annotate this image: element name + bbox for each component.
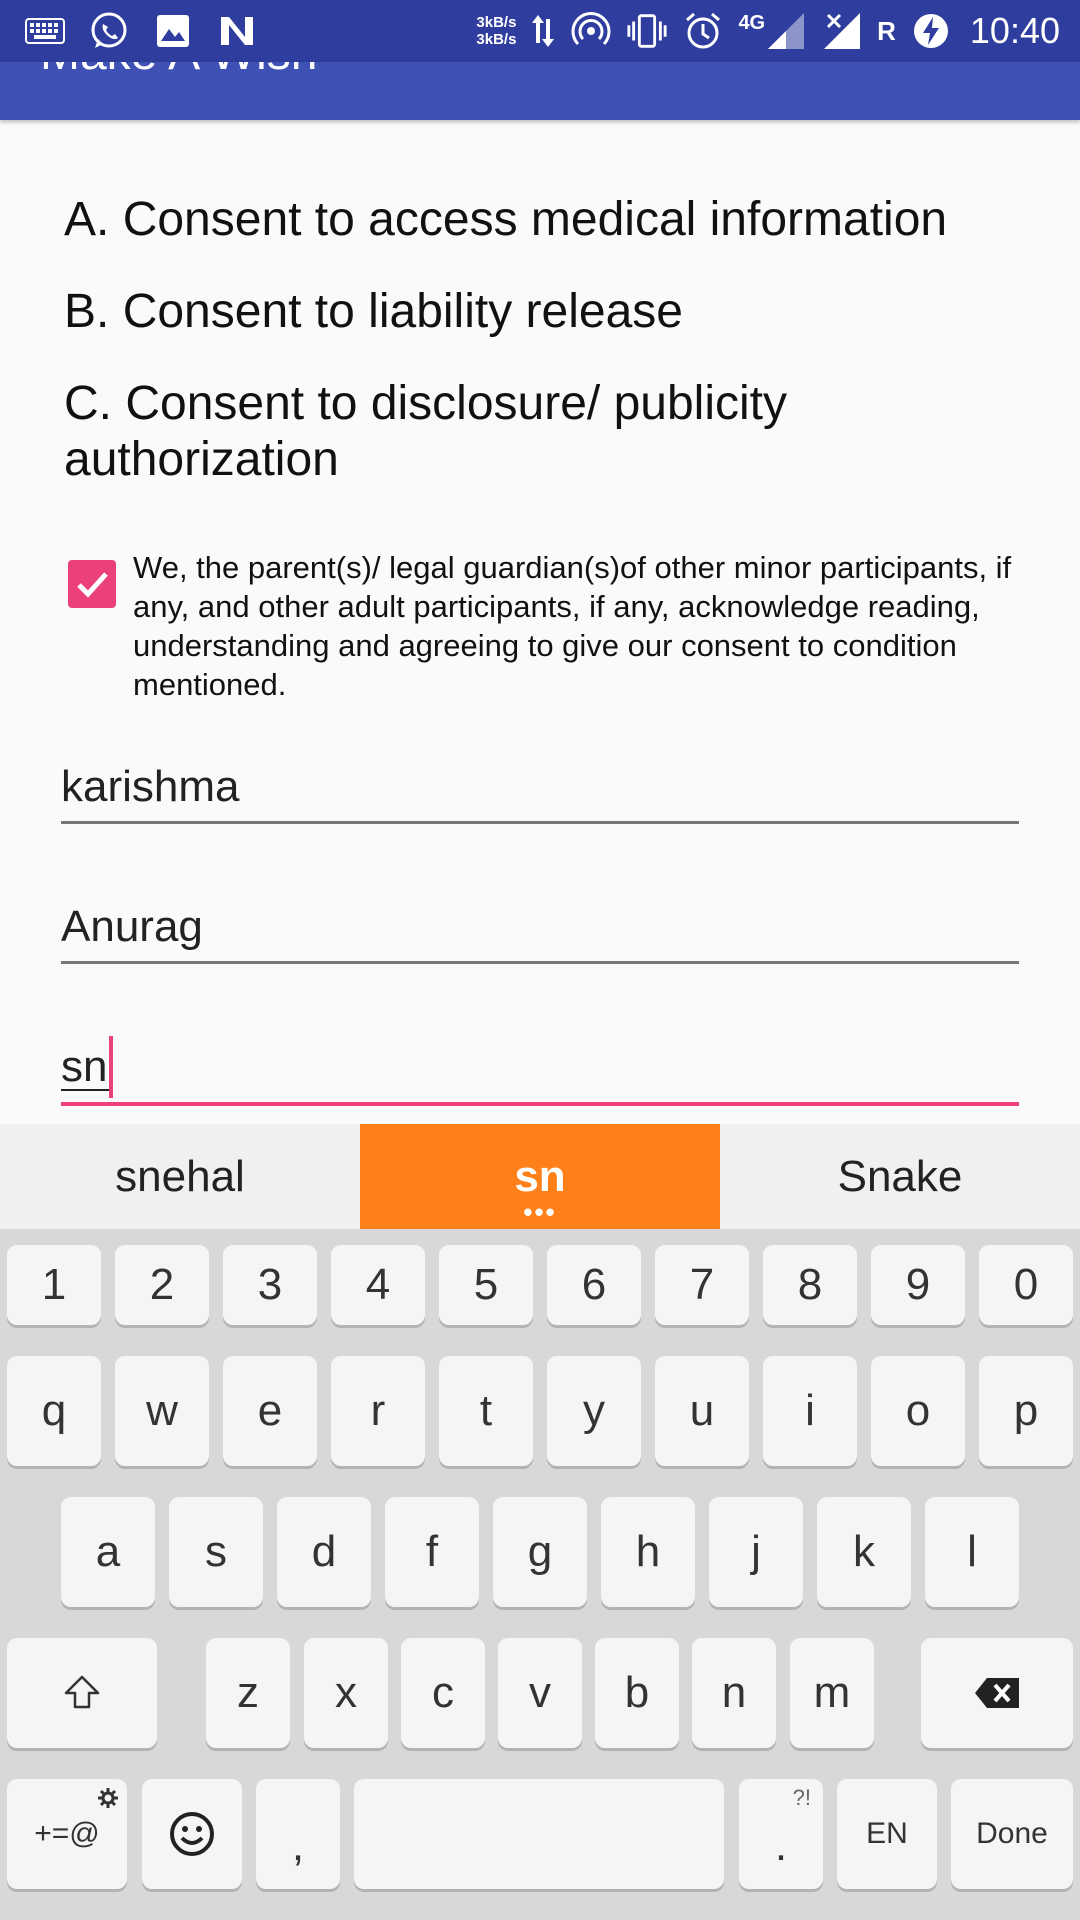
key-v[interactable]: v <box>498 1638 582 1748</box>
status-bar: 3kB/s 3kB/s 4G R 10:40 <box>0 0 1080 62</box>
key-t[interactable]: t <box>439 1356 533 1466</box>
name-field-2[interactable] <box>61 898 1019 956</box>
key-k[interactable]: k <box>817 1497 911 1607</box>
period-key-label: . <box>774 1821 788 1870</box>
emoji-icon <box>170 1812 214 1856</box>
suggestion-middle[interactable]: sn ••• <box>360 1124 720 1229</box>
key-z[interactable]: z <box>206 1638 290 1748</box>
keyboard: 1 2 3 4 5 6 7 8 9 0 q w e r t y u i o p … <box>0 1229 1080 1920</box>
text-cursor <box>109 1036 113 1098</box>
suggestion-right[interactable]: Snake <box>720 1124 1080 1229</box>
check-icon <box>77 572 108 598</box>
comma-key[interactable]: , <box>256 1779 340 1889</box>
vibrate-icon <box>626 10 668 52</box>
page-title: Make A Wish <box>40 62 317 81</box>
period-key-alt: ?! <box>792 1785 811 1810</box>
network-speed: 3kB/s 3kB/s <box>476 14 517 48</box>
consent-item-c: C. Consent to disclosure/ publicity auth… <box>64 377 787 486</box>
key-0[interactable]: 0 <box>979 1245 1073 1325</box>
key-u[interactable]: u <box>655 1356 749 1466</box>
settings-gear-icon <box>98 1788 118 1808</box>
key-8[interactable]: 8 <box>763 1245 857 1325</box>
key-f[interactable]: f <box>385 1497 479 1607</box>
key-o[interactable]: o <box>871 1356 965 1466</box>
key-b[interactable]: b <box>595 1638 679 1748</box>
consent-item-b: B. Consent to liability release <box>64 285 683 338</box>
key-w[interactable]: w <box>115 1356 209 1466</box>
symbols-key-label: +=@ <box>34 1817 100 1850</box>
suggestion-middle-label: sn <box>514 1151 566 1201</box>
backspace-icon <box>975 1678 1019 1708</box>
roaming-indicator: R <box>877 15 896 46</box>
key-9[interactable]: 9 <box>871 1245 965 1325</box>
key-i[interactable]: i <box>763 1356 857 1466</box>
key-d[interactable]: d <box>277 1497 371 1607</box>
key-p[interactable]: p <box>979 1356 1073 1466</box>
key-a[interactable]: a <box>61 1497 155 1607</box>
key-l[interactable]: l <box>925 1497 1019 1607</box>
field-3-underline <box>61 1102 1019 1106</box>
hotspot-icon <box>570 10 612 52</box>
key-3[interactable]: 3 <box>223 1245 317 1325</box>
key-g[interactable]: g <box>493 1497 587 1607</box>
name-field-1[interactable] <box>61 758 1019 816</box>
key-q[interactable]: q <box>7 1356 101 1466</box>
field-2-underline <box>61 961 1019 964</box>
consent-item-a: A. Consent to access medical information <box>64 193 948 246</box>
key-h[interactable]: h <box>601 1497 695 1607</box>
image-icon <box>152 10 194 52</box>
key-j[interactable]: j <box>709 1497 803 1607</box>
key-7[interactable]: 7 <box>655 1245 749 1325</box>
signal-no-data-icon <box>821 10 863 52</box>
keyboard-icon <box>24 10 66 52</box>
key-6[interactable]: 6 <box>547 1245 641 1325</box>
app-bar: Make A Wish <box>0 62 1080 120</box>
name-field-3[interactable] <box>61 1038 1019 1096</box>
key-r[interactable]: r <box>331 1356 425 1466</box>
suggestion-left[interactable]: snehal <box>0 1124 360 1229</box>
key-5[interactable]: 5 <box>439 1245 533 1325</box>
data-transfer-icon <box>530 10 556 52</box>
network-type: 4G <box>738 11 766 34</box>
whatsapp-icon <box>88 10 130 52</box>
shift-icon <box>64 1675 100 1709</box>
key-m[interactable]: m <box>790 1638 874 1748</box>
backspace-key[interactable] <box>921 1638 1073 1748</box>
key-2[interactable]: 2 <box>115 1245 209 1325</box>
field-1-underline <box>61 821 1019 824</box>
shift-key[interactable] <box>7 1638 157 1748</box>
symbols-key[interactable]: +=@ <box>7 1779 127 1889</box>
key-x[interactable]: x <box>304 1638 388 1748</box>
battery-saver-icon <box>910 10 952 52</box>
acknowledge-checkbox[interactable] <box>68 560 116 608</box>
alarm-icon <box>682 10 724 52</box>
language-key[interactable]: EN <box>837 1779 937 1889</box>
more-suggestions-icon: ••• <box>523 1197 557 1227</box>
key-4[interactable]: 4 <box>331 1245 425 1325</box>
app-n-icon <box>216 10 258 52</box>
key-n[interactable]: n <box>692 1638 776 1748</box>
space-key[interactable] <box>354 1779 724 1889</box>
clock: 10:40 <box>969 10 1060 51</box>
emoji-key[interactable] <box>142 1779 242 1889</box>
key-c[interactable]: c <box>401 1638 485 1748</box>
key-y[interactable]: y <box>547 1356 641 1466</box>
key-1[interactable]: 1 <box>7 1245 101 1325</box>
signal-icon <box>765 10 807 52</box>
key-e[interactable]: e <box>223 1356 317 1466</box>
period-key[interactable]: . ?! <box>739 1779 823 1889</box>
done-key[interactable]: Done <box>951 1779 1073 1889</box>
key-s[interactable]: s <box>169 1497 263 1607</box>
composing-underline <box>61 1089 109 1091</box>
suggestion-strip: snehal sn ••• Snake <box>0 1124 1080 1229</box>
acknowledge-text[interactable]: We, the parent(s)/ legal guardian(s)of o… <box>133 548 1013 704</box>
